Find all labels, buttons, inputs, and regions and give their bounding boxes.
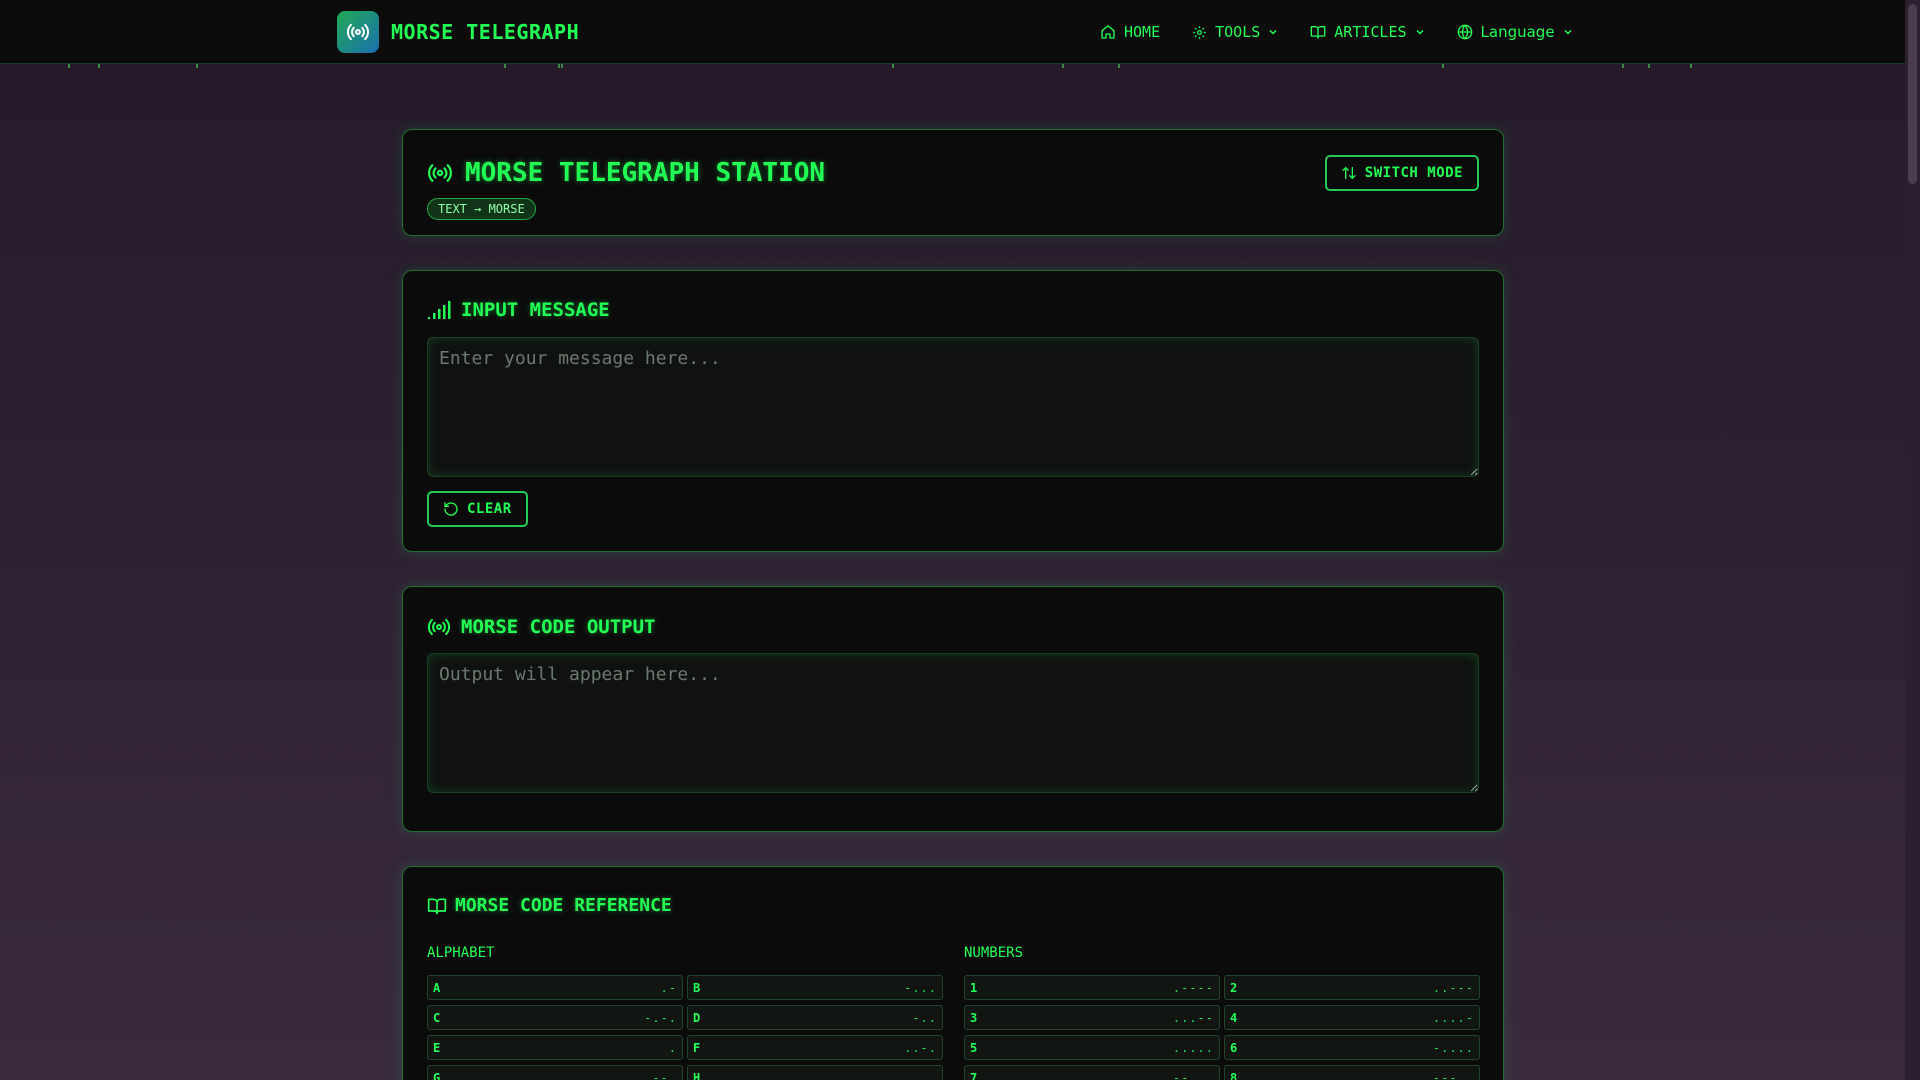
station-panel: MORSE TELEGRAPH STATION TEXT → MORSE SWI… bbox=[402, 129, 1504, 236]
nav-language[interactable]: Language bbox=[1457, 23, 1573, 41]
book-open-icon bbox=[427, 896, 447, 916]
ref-cell[interactable]: 5..... bbox=[964, 1035, 1220, 1060]
nav-tools[interactable]: TOOLS bbox=[1192, 23, 1278, 41]
radio-broadcast-icon bbox=[337, 11, 379, 53]
reference-panel: MORSE CODE REFERENCE ALPHABET A .- B -... … bbox=[402, 866, 1504, 1080]
chevron-down-icon bbox=[1268, 27, 1278, 37]
ref-cell[interactable]: B -... bbox=[687, 975, 943, 1000]
output-title-text: MORSE CODE OUTPUT bbox=[461, 616, 656, 638]
ref-cell[interactable]: H.... bbox=[687, 1065, 943, 1080]
brand[interactable]: MORSE TELEGRAPH bbox=[337, 11, 579, 53]
reference-section-title: MORSE CODE REFERENCE bbox=[427, 895, 672, 916]
reference-title-text: MORSE CODE REFERENCE bbox=[455, 895, 672, 916]
output-section-title: MORSE CODE OUTPUT bbox=[427, 615, 655, 639]
alphabet-title: ALPHABET bbox=[427, 945, 495, 961]
station-title: MORSE TELEGRAPH STATION bbox=[427, 158, 825, 188]
input-title-text: INPUT MESSAGE bbox=[461, 299, 610, 321]
vertical-scrollbar[interactable] bbox=[1905, 0, 1920, 1080]
nav-language-label: Language bbox=[1480, 23, 1555, 41]
nav-home[interactable]: HOME bbox=[1100, 23, 1160, 41]
home-icon bbox=[1100, 24, 1116, 40]
chevron-down-icon bbox=[1415, 27, 1425, 37]
top-navbar: MORSE TELEGRAPH HOME TOOLS ARTICLES Lang… bbox=[0, 0, 1905, 64]
ref-cell[interactable]: C -.-. bbox=[427, 1005, 683, 1030]
gear-icon bbox=[1192, 25, 1207, 40]
nav-articles[interactable]: ARTICLES bbox=[1310, 23, 1424, 41]
ref-cell[interactable]: 8 ---.. bbox=[1224, 1065, 1480, 1080]
numbers-column: NUMBERS 1 .---- 2 ..--- 3 ...-- 4 ....- 5...… bbox=[964, 945, 1480, 1080]
scrollbar-thumb[interactable] bbox=[1908, 4, 1917, 184]
message-input[interactable] bbox=[427, 337, 1479, 477]
ref-cell[interactable]: 1 .---- bbox=[964, 975, 1220, 1000]
ref-cell[interactable]: 4 ....- bbox=[1224, 1005, 1480, 1030]
nav-home-label: HOME bbox=[1124, 23, 1161, 41]
numbers-title: NUMBERS bbox=[964, 945, 1024, 961]
morse-output[interactable] bbox=[427, 653, 1479, 793]
input-panel: INPUT MESSAGE CLEAR bbox=[402, 270, 1504, 552]
chevron-down-icon bbox=[1563, 27, 1573, 37]
ref-cell[interactable]: A .- bbox=[427, 975, 683, 1000]
arrows-up-down-icon bbox=[1341, 165, 1357, 181]
ref-cell[interactable]: G --. bbox=[427, 1065, 683, 1080]
brand-title: MORSE TELEGRAPH bbox=[391, 20, 580, 44]
ref-cell[interactable]: 7 --... bbox=[964, 1065, 1220, 1080]
mode-badge: TEXT → MORSE bbox=[427, 198, 536, 220]
globe-icon bbox=[1457, 24, 1473, 40]
alphabet-grid: A .- B -... C -.-. D -.. E. F ..-. G --. H.... bbox=[427, 975, 943, 1080]
station-title-text: MORSE TELEGRAPH STATION bbox=[465, 158, 826, 188]
morse-tick-strip bbox=[68, 64, 1692, 68]
clear-label: CLEAR bbox=[467, 501, 512, 517]
ref-cell[interactable]: 2 ..--- bbox=[1224, 975, 1480, 1000]
signal-bars-icon bbox=[427, 300, 451, 320]
book-open-icon bbox=[1310, 24, 1326, 40]
radio-broadcast-icon bbox=[427, 160, 453, 186]
alphabet-column: ALPHABET A .- B -... C -.-. D -.. E. F ..-. G… bbox=[427, 945, 943, 1080]
ref-cell[interactable]: E. bbox=[427, 1035, 683, 1060]
ref-cell[interactable]: 3 ...-- bbox=[964, 1005, 1220, 1030]
nav-tools-label: TOOLS bbox=[1215, 23, 1261, 41]
ref-cell[interactable]: F ..-. bbox=[687, 1035, 943, 1060]
ref-cell[interactable]: 6 -.... bbox=[1224, 1035, 1480, 1060]
radio-broadcast-icon bbox=[427, 615, 451, 639]
output-panel: MORSE CODE OUTPUT bbox=[402, 586, 1504, 832]
ref-cell[interactable]: D -.. bbox=[687, 1005, 943, 1030]
numbers-grid: 1 .---- 2 ..--- 3 ...-- 4 ....- 5..... 6 -...… bbox=[964, 975, 1480, 1080]
clear-button[interactable]: CLEAR bbox=[427, 491, 528, 527]
switch-mode-label: SWITCH MODE bbox=[1364, 165, 1463, 181]
switch-mode-button[interactable]: SWITCH MODE bbox=[1324, 155, 1479, 191]
input-section-title: INPUT MESSAGE bbox=[427, 299, 610, 321]
nav-menu: HOME TOOLS ARTICLES Language bbox=[1100, 0, 1605, 64]
rotate-ccw-icon bbox=[443, 501, 459, 517]
nav-articles-label: ARTICLES bbox=[1334, 23, 1407, 41]
